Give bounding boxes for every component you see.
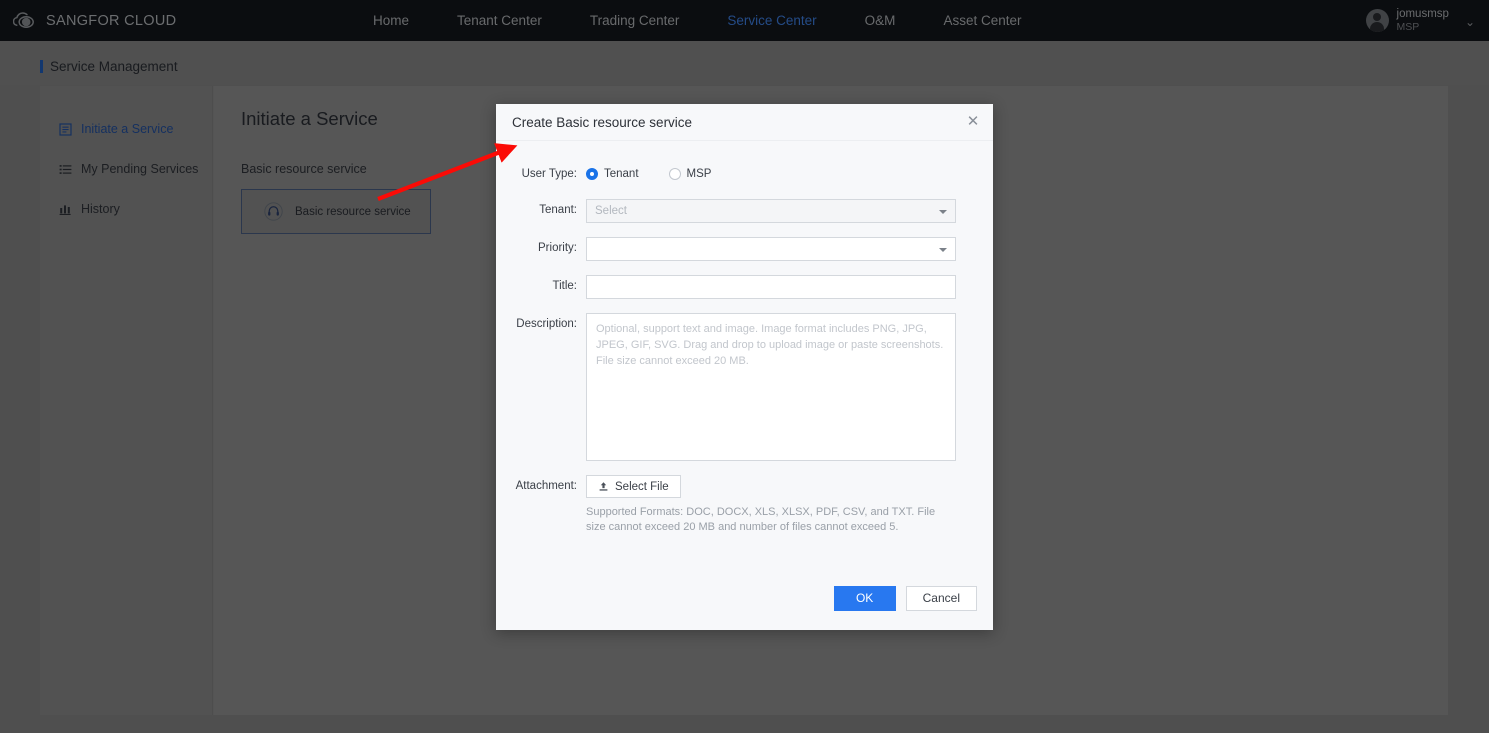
radio-msp[interactable]: MSP bbox=[668, 163, 712, 185]
dialog-footer: OK Cancel bbox=[496, 566, 993, 630]
radio-label: Tenant bbox=[604, 168, 639, 180]
field-label: User Type: bbox=[521, 168, 577, 180]
field-label: Description: bbox=[516, 318, 577, 330]
description-textarea[interactable]: Optional, support text and image. Image … bbox=[586, 313, 956, 461]
field-attachment: Attachment: Select File Supported Format… bbox=[496, 475, 993, 535]
radio-dot-icon bbox=[668, 168, 681, 180]
attachment-hint: Supported Formats: DOC, DOCX, XLS, XLSX,… bbox=[586, 506, 936, 533]
title-input[interactable] bbox=[586, 275, 956, 299]
dialog-title: Create Basic resource service bbox=[512, 115, 693, 130]
field-label: Attachment: bbox=[515, 480, 577, 492]
radio-label: MSP bbox=[686, 168, 712, 180]
cancel-button[interactable]: Cancel bbox=[905, 585, 977, 611]
field-label: Priority: bbox=[538, 242, 577, 254]
select-file-label: Select File bbox=[615, 480, 669, 493]
radio-tenant[interactable]: Tenant bbox=[586, 163, 639, 185]
radio-dot-icon bbox=[586, 168, 598, 180]
field-tenant: Tenant: Select bbox=[496, 199, 993, 223]
application-page: SANGFOR CLOUD Home Tenant Center Trading… bbox=[0, 0, 1489, 733]
field-label: Title: bbox=[552, 280, 578, 292]
field-priority: Priority: bbox=[496, 237, 993, 261]
ok-button[interactable]: OK bbox=[833, 585, 896, 611]
upload-icon bbox=[598, 481, 609, 492]
field-title: Title: bbox=[496, 275, 993, 299]
dialog-header: Create Basic resource service ✕ bbox=[496, 104, 993, 141]
create-basic-resource-service-dialog: Create Basic resource service ✕ User Typ… bbox=[496, 104, 993, 630]
close-icon[interactable]: ✕ bbox=[964, 113, 982, 131]
tenant-select[interactable]: Select bbox=[586, 199, 956, 223]
priority-select[interactable] bbox=[586, 237, 956, 261]
field-description: Description: Optional, support text and … bbox=[496, 313, 993, 461]
field-user-type: User Type: Tenant MSP bbox=[496, 163, 993, 185]
chevron-down-icon bbox=[939, 210, 947, 214]
dialog-body: User Type: Tenant MSP Tenant: Select Pri… bbox=[496, 141, 993, 535]
tenant-select-placeholder: Select bbox=[595, 205, 627, 217]
field-label: Tenant: bbox=[539, 204, 577, 216]
user-type-radio-group: Tenant MSP bbox=[586, 163, 963, 185]
select-file-button[interactable]: Select File bbox=[586, 475, 681, 498]
chevron-down-icon bbox=[939, 248, 947, 252]
